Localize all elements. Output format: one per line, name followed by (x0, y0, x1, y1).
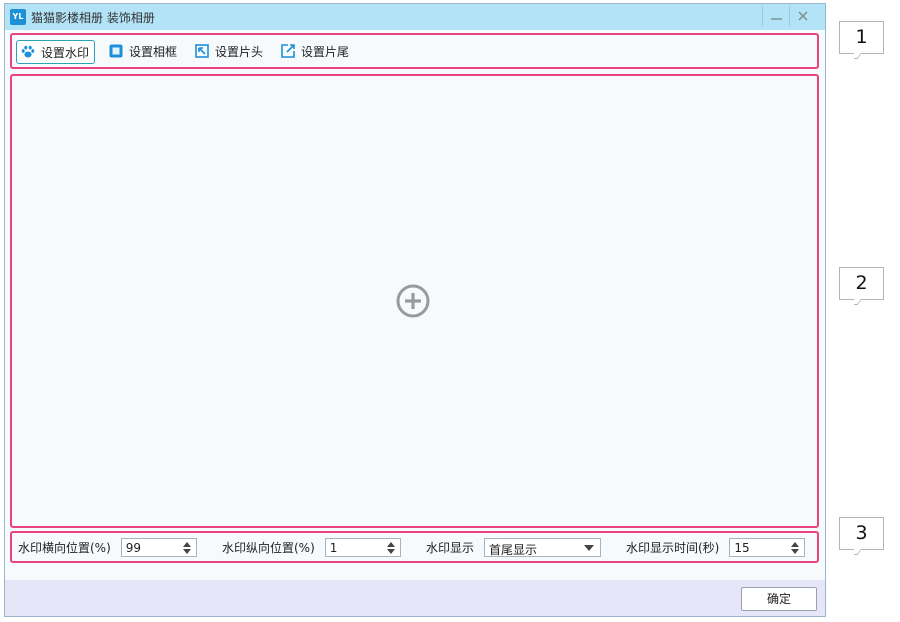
intro-icon (195, 44, 209, 58)
app-logo-icon: YL (10, 9, 26, 25)
toolbar: 设置水印 设置相框 设置片头 设置片尾 (10, 33, 819, 69)
spin-up-icon[interactable] (182, 542, 191, 547)
display-mode-select[interactable]: 首尾显示 (484, 538, 602, 557)
window-title: 猫猫影楼相册 装饰相册 (31, 11, 155, 25)
v-pos-stepper[interactable]: 1 (324, 538, 401, 557)
ok-button[interactable]: 确定 (741, 587, 817, 611)
title-bar[interactable]: YL 猫猫影楼相册 装饰相册 (5, 4, 825, 30)
display-mode-label: 水印显示 (426, 541, 475, 555)
duration-stepper[interactable]: 15 (729, 538, 806, 557)
spin-up-icon[interactable] (791, 542, 800, 547)
tab-intro-label: 设置片头 (215, 44, 264, 59)
tab-watermark[interactable]: 设置水印 (16, 40, 96, 64)
callout-2: 2 (839, 267, 884, 300)
tab-outro[interactable]: 设置片尾 (281, 40, 349, 62)
display-mode-value: 首尾显示 (489, 543, 538, 557)
tab-watermark-label: 设置水印 (41, 45, 90, 60)
callout-1-label: 1 (855, 26, 868, 48)
minimize-button[interactable] (762, 6, 789, 26)
callout-3: 3 (839, 517, 884, 550)
duration-field: 水印显示时间(秒) 15 (626, 538, 806, 557)
close-button[interactable] (789, 6, 816, 26)
decorate-album-window: YL 猫猫影楼相册 装饰相册 设置水印 设置相框 设置片头 设置片尾 水印横向位… (4, 3, 826, 617)
h-pos-value: 99 (125, 541, 142, 555)
outro-icon (281, 44, 295, 58)
h-pos-stepper[interactable]: 99 (120, 538, 197, 557)
callout-tail (854, 549, 864, 559)
tab-frame-label: 设置相框 (129, 44, 178, 59)
preview-canvas[interactable] (10, 74, 819, 528)
callout-1: 1 (839, 21, 884, 54)
close-icon (798, 11, 808, 21)
watermark-params-bar: 水印横向位置(%) 99 水印纵向位置(%) 1 水印显示 首尾显示 水印显示时… (10, 531, 819, 563)
paw-icon (21, 45, 35, 59)
v-pos-field: 水印纵向位置(%) 1 (222, 538, 401, 557)
tab-frame[interactable]: 设置相框 (109, 40, 177, 62)
dialog-footer: 确定 (5, 580, 825, 616)
callout-3-label: 3 (855, 522, 868, 544)
callout-tail (854, 53, 864, 63)
h-pos-field: 水印横向位置(%) 99 (18, 538, 197, 557)
spin-down-icon[interactable] (182, 549, 191, 554)
v-pos-label: 水印纵向位置(%) (222, 541, 315, 555)
add-circle-icon[interactable] (396, 284, 430, 318)
frame-icon (109, 44, 123, 58)
duration-value: 15 (734, 541, 750, 555)
h-pos-label: 水印横向位置(%) (18, 541, 111, 555)
tab-outro-label: 设置片尾 (301, 44, 350, 59)
spin-up-icon[interactable] (386, 542, 395, 547)
tab-intro[interactable]: 设置片头 (195, 40, 263, 62)
duration-label: 水印显示时间(秒) (626, 541, 720, 555)
chevron-down-icon[interactable] (584, 545, 595, 551)
spin-down-icon[interactable] (791, 549, 800, 554)
spin-down-icon[interactable] (386, 549, 395, 554)
callout-2-label: 2 (855, 272, 868, 294)
display-mode-field: 水印显示 首尾显示 (426, 538, 602, 557)
callout-tail (854, 299, 864, 309)
v-pos-value: 1 (329, 541, 338, 555)
